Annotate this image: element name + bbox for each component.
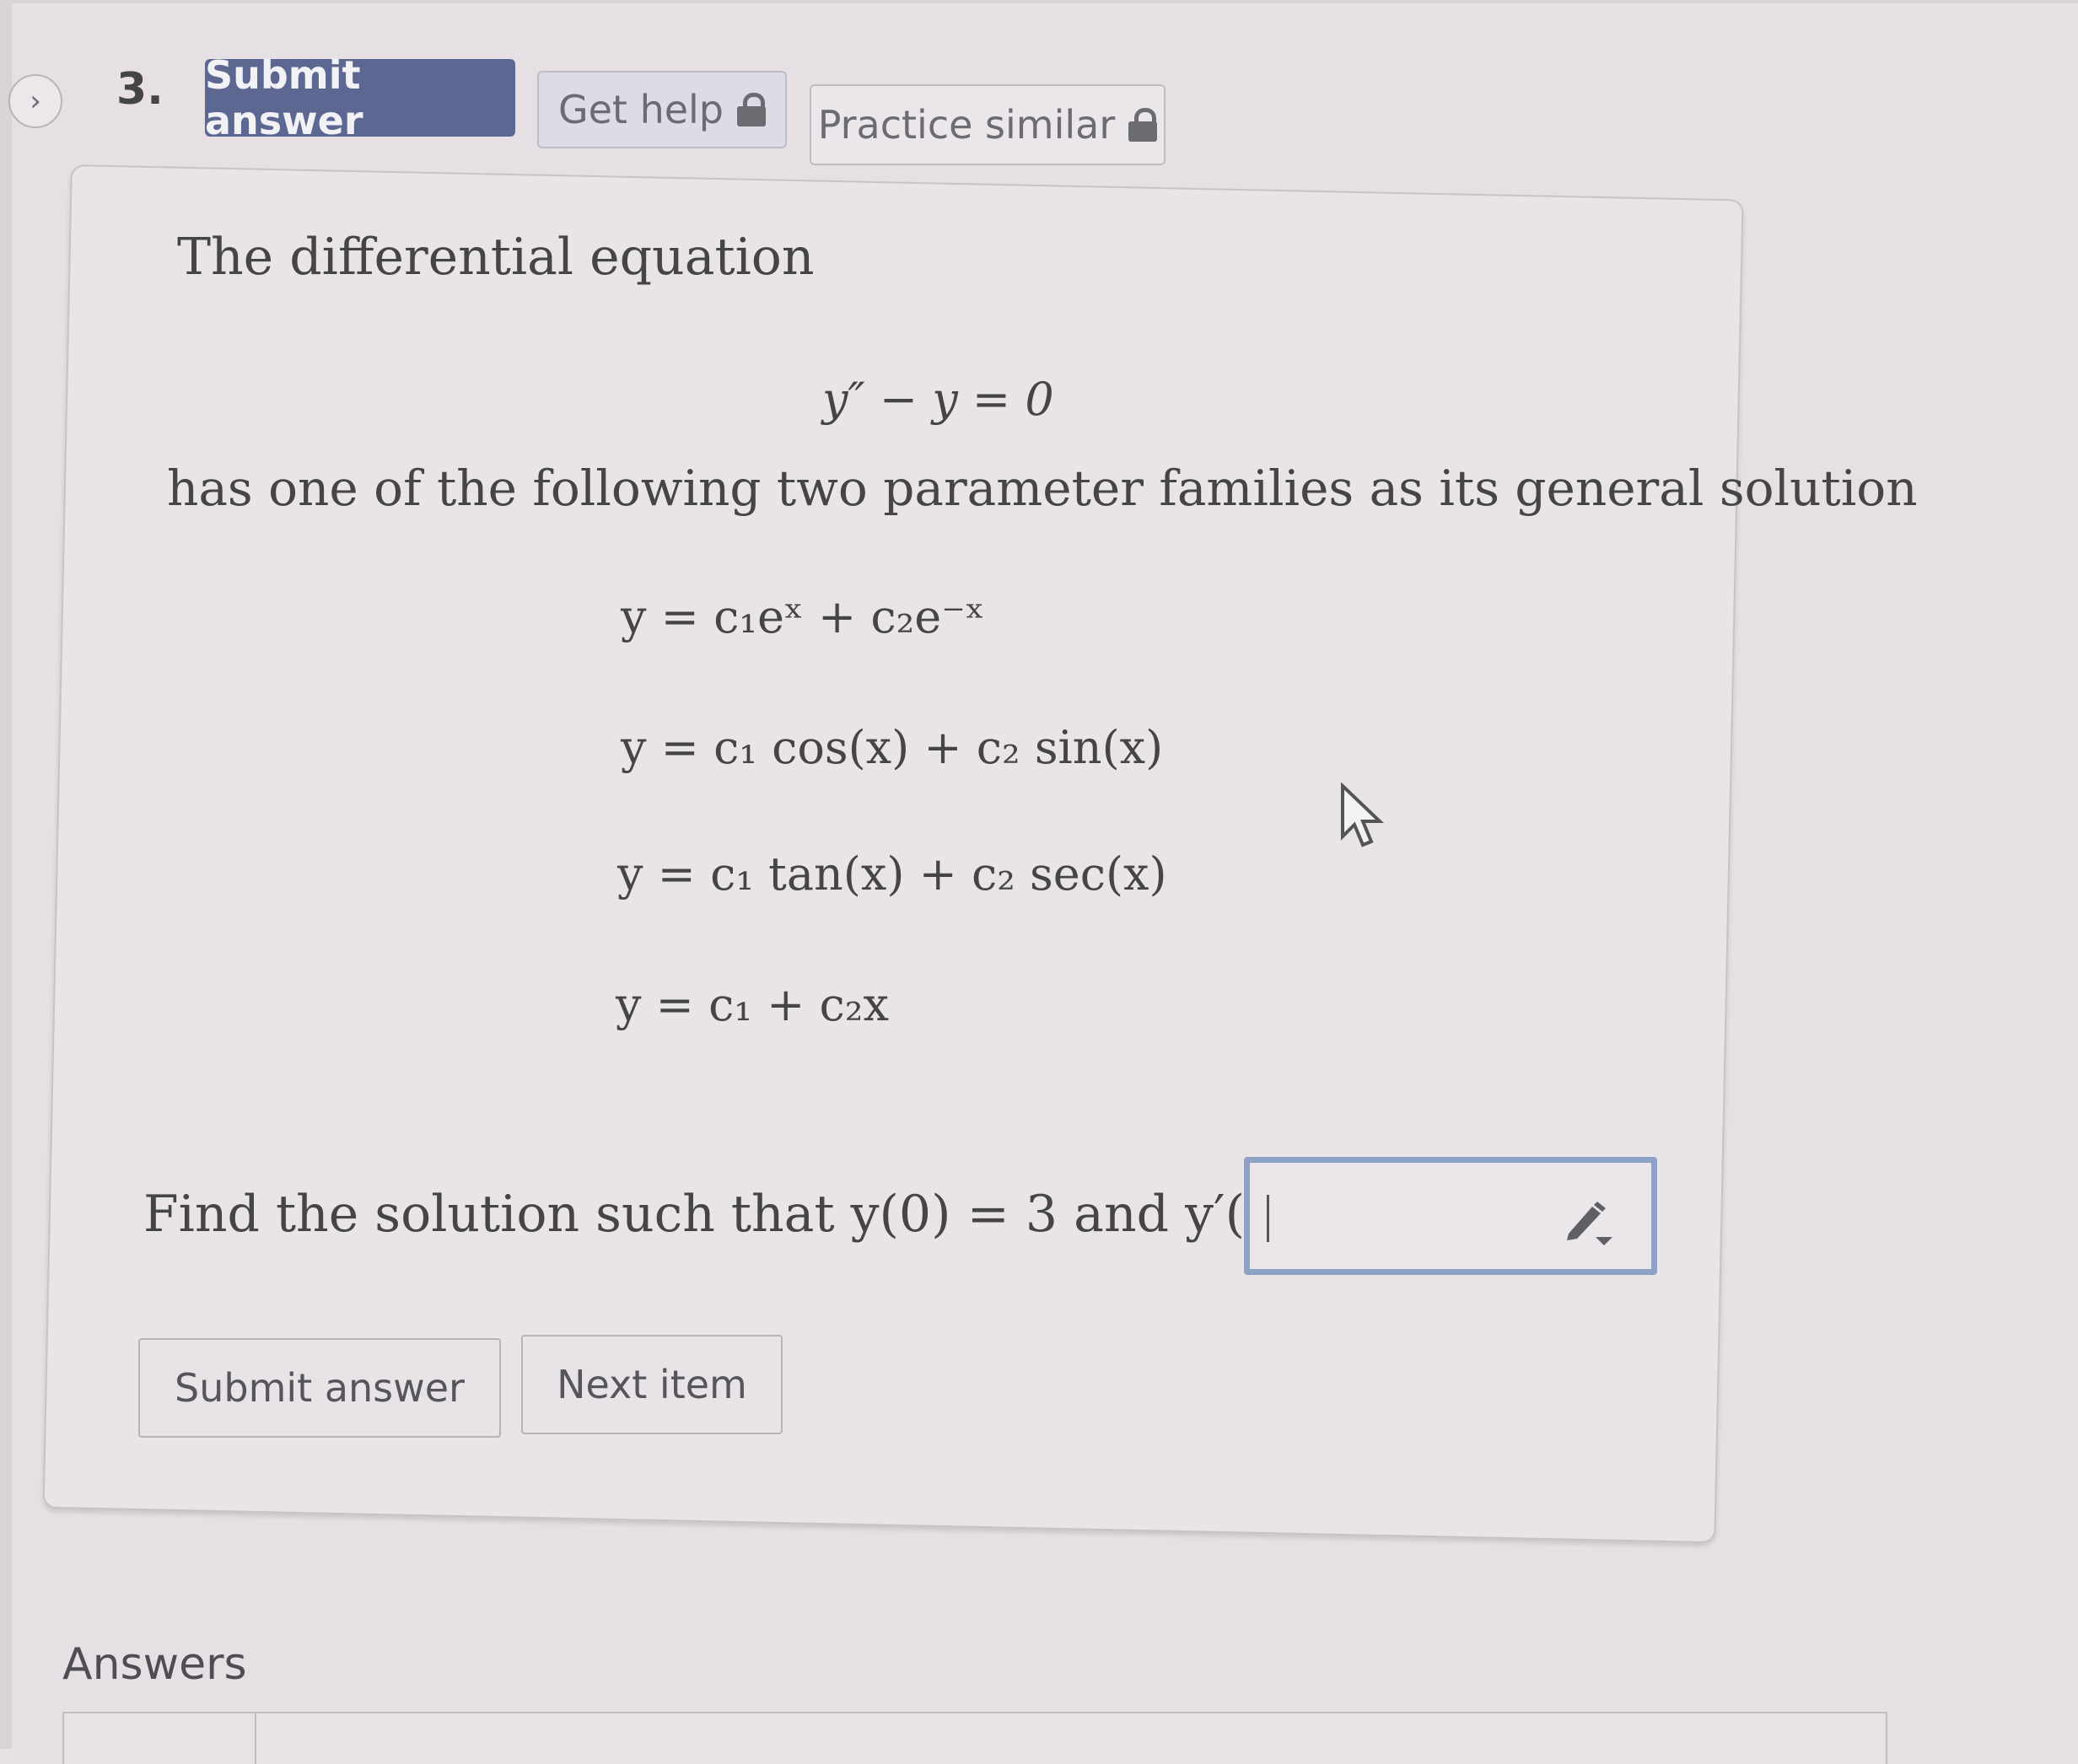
- practice-similar-button[interactable]: Practice similar: [810, 84, 1166, 165]
- solution-family-4: y = c₁ + c₂x: [616, 978, 889, 1031]
- next-item-button[interactable]: Next item: [521, 1335, 783, 1434]
- submit-answer-label: Submit answer: [175, 1365, 465, 1411]
- lock-icon: [1128, 108, 1158, 142]
- expand-chevron-icon[interactable]: ›: [8, 74, 62, 128]
- main-equation: y″ − y = 0: [822, 373, 1054, 426]
- answer-input[interactable]: [1244, 1157, 1657, 1275]
- solution-family-3: y = c₁ tan(x) + c₂ sec(x): [617, 847, 1167, 901]
- practice-similar-label: Practice similar: [817, 102, 1116, 148]
- answers-table: [62, 1712, 1887, 1764]
- families-intro-text: has one of the following two parameter f…: [167, 460, 1918, 517]
- solution-family-1: y = c₁eˣ + c₂e⁻ˣ: [621, 590, 985, 643]
- question-number: 3.: [116, 64, 164, 115]
- solution-family-2: y = c₁ cos(x) + c₂ sin(x): [621, 721, 1164, 774]
- get-help-label: Get help: [557, 87, 724, 132]
- intro-text: The differential equation: [177, 228, 815, 287]
- mouse-pointer-icon: [1341, 783, 1384, 847]
- submit-answer-label: Submit answer: [205, 52, 363, 143]
- math-editor-pencil-icon[interactable]: [1562, 1197, 1616, 1247]
- answer-prompt: Find the solution such that y(0) = 3 and…: [143, 1185, 1421, 1244]
- left-sidebar-edge: [0, 0, 12, 1749]
- text-caret: [1267, 1195, 1269, 1242]
- lock-icon: [737, 93, 767, 126]
- answers-table-divider: [255, 1713, 256, 1764]
- get-help-button[interactable]: Get help: [537, 71, 787, 148]
- next-item-label: Next item: [557, 1362, 747, 1407]
- answers-heading: Answers: [62, 1639, 247, 1690]
- submit-answer-button[interactable]: Submit answer: [138, 1338, 501, 1438]
- top-border: [0, 0, 2078, 3]
- submit-answer-button-top[interactable]: Submit answer: [205, 52, 515, 143]
